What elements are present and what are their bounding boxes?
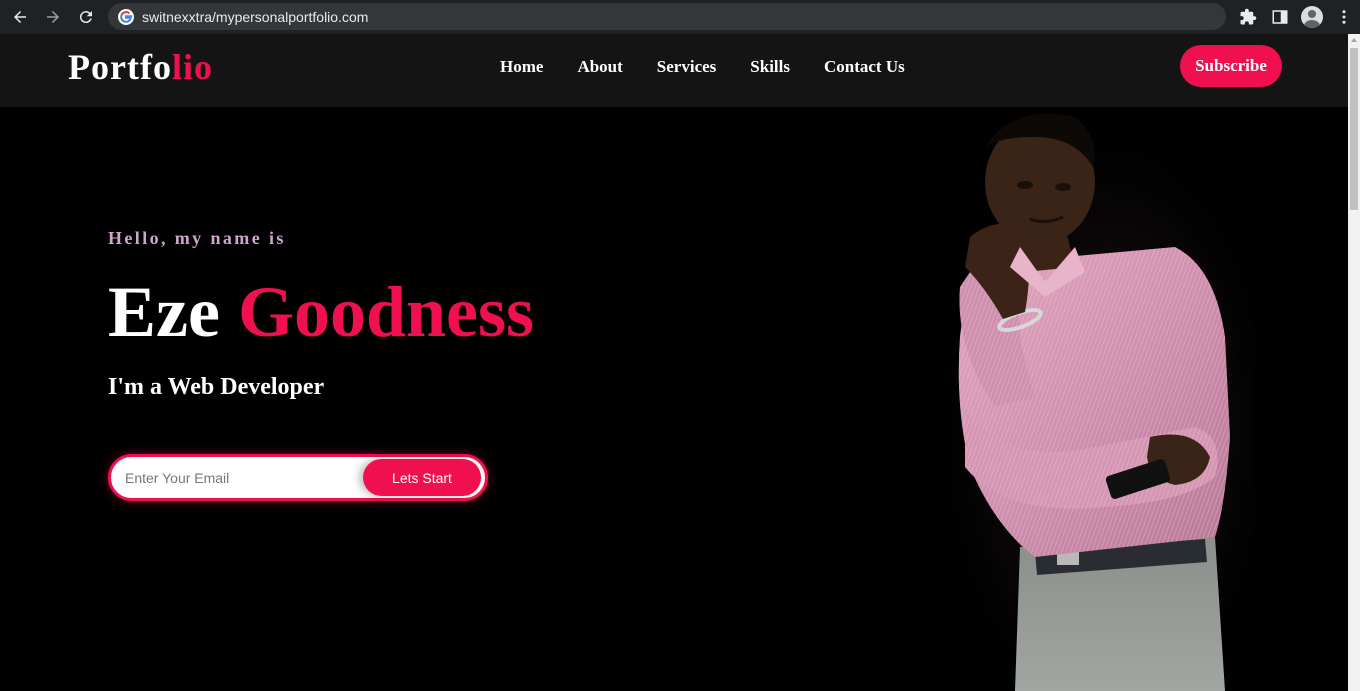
profile-photo bbox=[925, 107, 1255, 691]
extensions-icon[interactable] bbox=[1232, 0, 1264, 34]
logo-main: Portfo bbox=[68, 47, 172, 87]
side-panel-icon[interactable] bbox=[1264, 0, 1296, 34]
google-icon bbox=[118, 8, 134, 25]
hero-first-name: Eze bbox=[108, 272, 220, 352]
hero-greeting: Hello, my name is bbox=[108, 228, 286, 248]
forward-icon[interactable] bbox=[40, 4, 66, 30]
logo-accent: lio bbox=[171, 47, 213, 87]
nav-home[interactable]: Home bbox=[500, 57, 543, 77]
logo[interactable]: Portfolio bbox=[68, 46, 213, 88]
reload-icon[interactable] bbox=[73, 4, 99, 30]
scroll-up-icon[interactable] bbox=[1351, 38, 1357, 42]
email-signup-form: Lets Start bbox=[108, 454, 488, 501]
subscribe-button[interactable]: Subscribe bbox=[1180, 45, 1282, 87]
page-scrollbar[interactable] bbox=[1348, 34, 1360, 691]
scrollbar-thumb[interactable] bbox=[1350, 48, 1358, 210]
hero-section: Hello, my name is Eze Goodness I'm a Web… bbox=[0, 107, 1348, 691]
url-text: switnexxtra/mypersonalportfolio.com bbox=[142, 8, 369, 25]
hero-role: I'm a Web Developer bbox=[108, 374, 325, 400]
nav-services[interactable]: Services bbox=[657, 57, 716, 77]
nav-about[interactable]: About bbox=[577, 57, 622, 77]
person-image bbox=[925, 107, 1255, 691]
email-input[interactable] bbox=[125, 469, 355, 486]
main-nav: Home About Services Skills Contact Us bbox=[500, 57, 939, 77]
lets-start-button[interactable]: Lets Start bbox=[363, 459, 481, 496]
nav-contact-us[interactable]: Contact Us bbox=[824, 57, 905, 77]
nav-skills[interactable]: Skills bbox=[750, 57, 790, 77]
hero-name: Eze Goodness bbox=[108, 270, 534, 354]
menu-kebab-icon[interactable] bbox=[1328, 0, 1360, 34]
address-bar[interactable]: switnexxtra/mypersonalportfolio.com bbox=[108, 3, 1226, 30]
back-icon[interactable] bbox=[7, 4, 33, 30]
hero-last-name: Goodness bbox=[237, 272, 535, 352]
browser-toolbar: switnexxtra/mypersonalportfolio.com bbox=[0, 0, 1360, 34]
site-header: Portfolio Home About Services Skills Con… bbox=[0, 34, 1348, 107]
profile-avatar-icon[interactable] bbox=[1296, 0, 1328, 34]
